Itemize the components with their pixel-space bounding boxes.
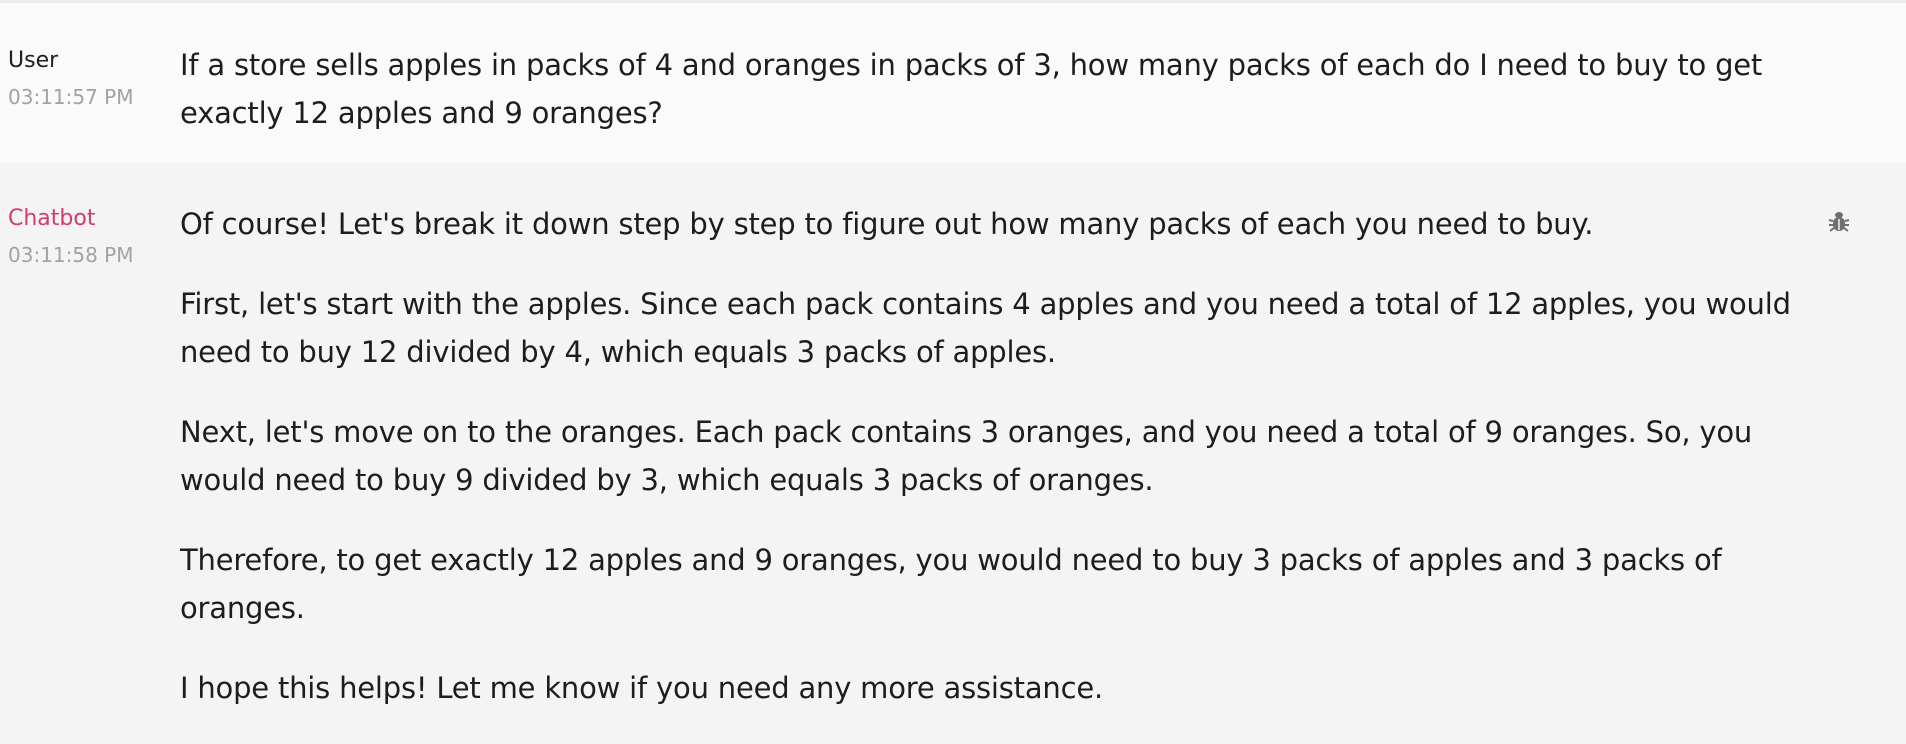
bug-icon xyxy=(1828,212,1850,232)
timestamp: 03:11:57 PM xyxy=(8,85,134,109)
user-message: User 03:11:57 PM If a store sells apples… xyxy=(0,0,1906,163)
message-paragraph: First, let's start with the apples. Sinc… xyxy=(180,287,1791,369)
message-meta: Chatbot 03:11:58 PM xyxy=(0,163,180,744)
message-paragraph: Therefore, to get exactly 12 apples and … xyxy=(180,543,1722,625)
author-name: Chatbot xyxy=(8,206,96,231)
chat-thread: User 03:11:57 PM If a store sells apples… xyxy=(0,0,1906,744)
message-meta: User 03:11:57 PM xyxy=(0,3,180,163)
message-paragraph: I hope this helps! Let me know if you ne… xyxy=(180,671,1104,705)
message-paragraph: Next, let's move on to the oranges. Each… xyxy=(180,415,1753,497)
timestamp: 03:11:58 PM xyxy=(8,243,134,267)
author-name: User xyxy=(8,48,59,73)
debug-button[interactable] xyxy=(1826,209,1852,235)
message-body: If a store sells apples in packs of 4 an… xyxy=(180,3,1820,163)
bot-message: Chatbot 03:11:58 PM Of course! Let's bre… xyxy=(0,163,1906,744)
message-text: If a store sells apples in packs of 4 an… xyxy=(180,48,1763,130)
message-paragraph: Of course! Let's break it down step by s… xyxy=(180,207,1594,241)
message-body: Of course! Let's break it down step by s… xyxy=(180,163,1820,744)
